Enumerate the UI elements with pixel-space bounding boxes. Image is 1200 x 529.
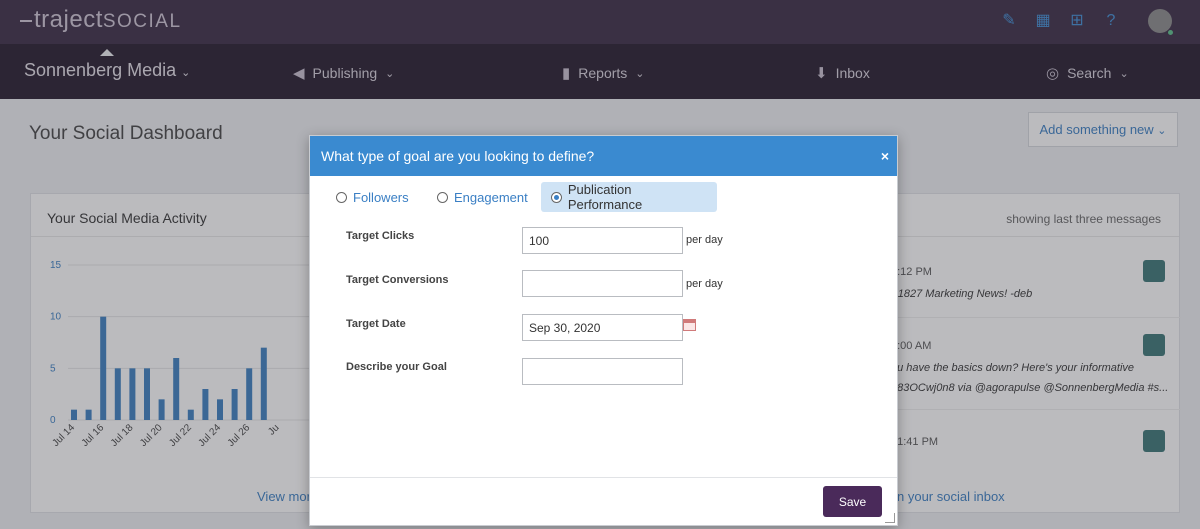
radio-label: Followers xyxy=(353,189,409,205)
radio-publication-performance[interactable]: Publication Performance xyxy=(541,182,717,212)
target-clicks-label: Target Clicks xyxy=(346,230,415,242)
target-clicks-unit: per day xyxy=(686,234,723,246)
calendar-icon[interactable] xyxy=(683,319,696,331)
save-button[interactable]: Save xyxy=(823,486,882,517)
close-icon[interactable]: × xyxy=(881,136,889,176)
divider xyxy=(310,477,897,478)
resize-handle-icon[interactable] xyxy=(885,513,895,523)
target-conversions-input[interactable] xyxy=(522,270,683,297)
radio-followers[interactable]: Followers xyxy=(336,182,409,212)
modal-title: What type of goal are you looking to def… xyxy=(321,148,595,164)
radio-engagement[interactable]: Engagement xyxy=(437,182,528,212)
modal-header: What type of goal are you looking to def… xyxy=(310,136,897,176)
target-conversions-label: Target Conversions xyxy=(346,274,449,286)
goal-type-options: Followers Engagement Publication Perform… xyxy=(310,182,897,212)
radio-circle-icon xyxy=(437,191,448,203)
target-clicks-input[interactable] xyxy=(522,227,683,254)
target-date-input[interactable] xyxy=(522,314,683,341)
describe-goal-label: Describe your Goal xyxy=(346,361,447,373)
radio-label: Publication Performance xyxy=(567,182,643,212)
radio-circle-icon xyxy=(336,191,347,203)
radio-checked-icon xyxy=(551,191,562,203)
describe-goal-input[interactable] xyxy=(522,358,683,385)
radio-label: Engagement xyxy=(454,189,528,205)
target-date-label: Target Date xyxy=(346,318,406,330)
target-conversions-unit: per day xyxy=(686,278,723,290)
goal-modal: What type of goal are you looking to def… xyxy=(309,135,898,526)
